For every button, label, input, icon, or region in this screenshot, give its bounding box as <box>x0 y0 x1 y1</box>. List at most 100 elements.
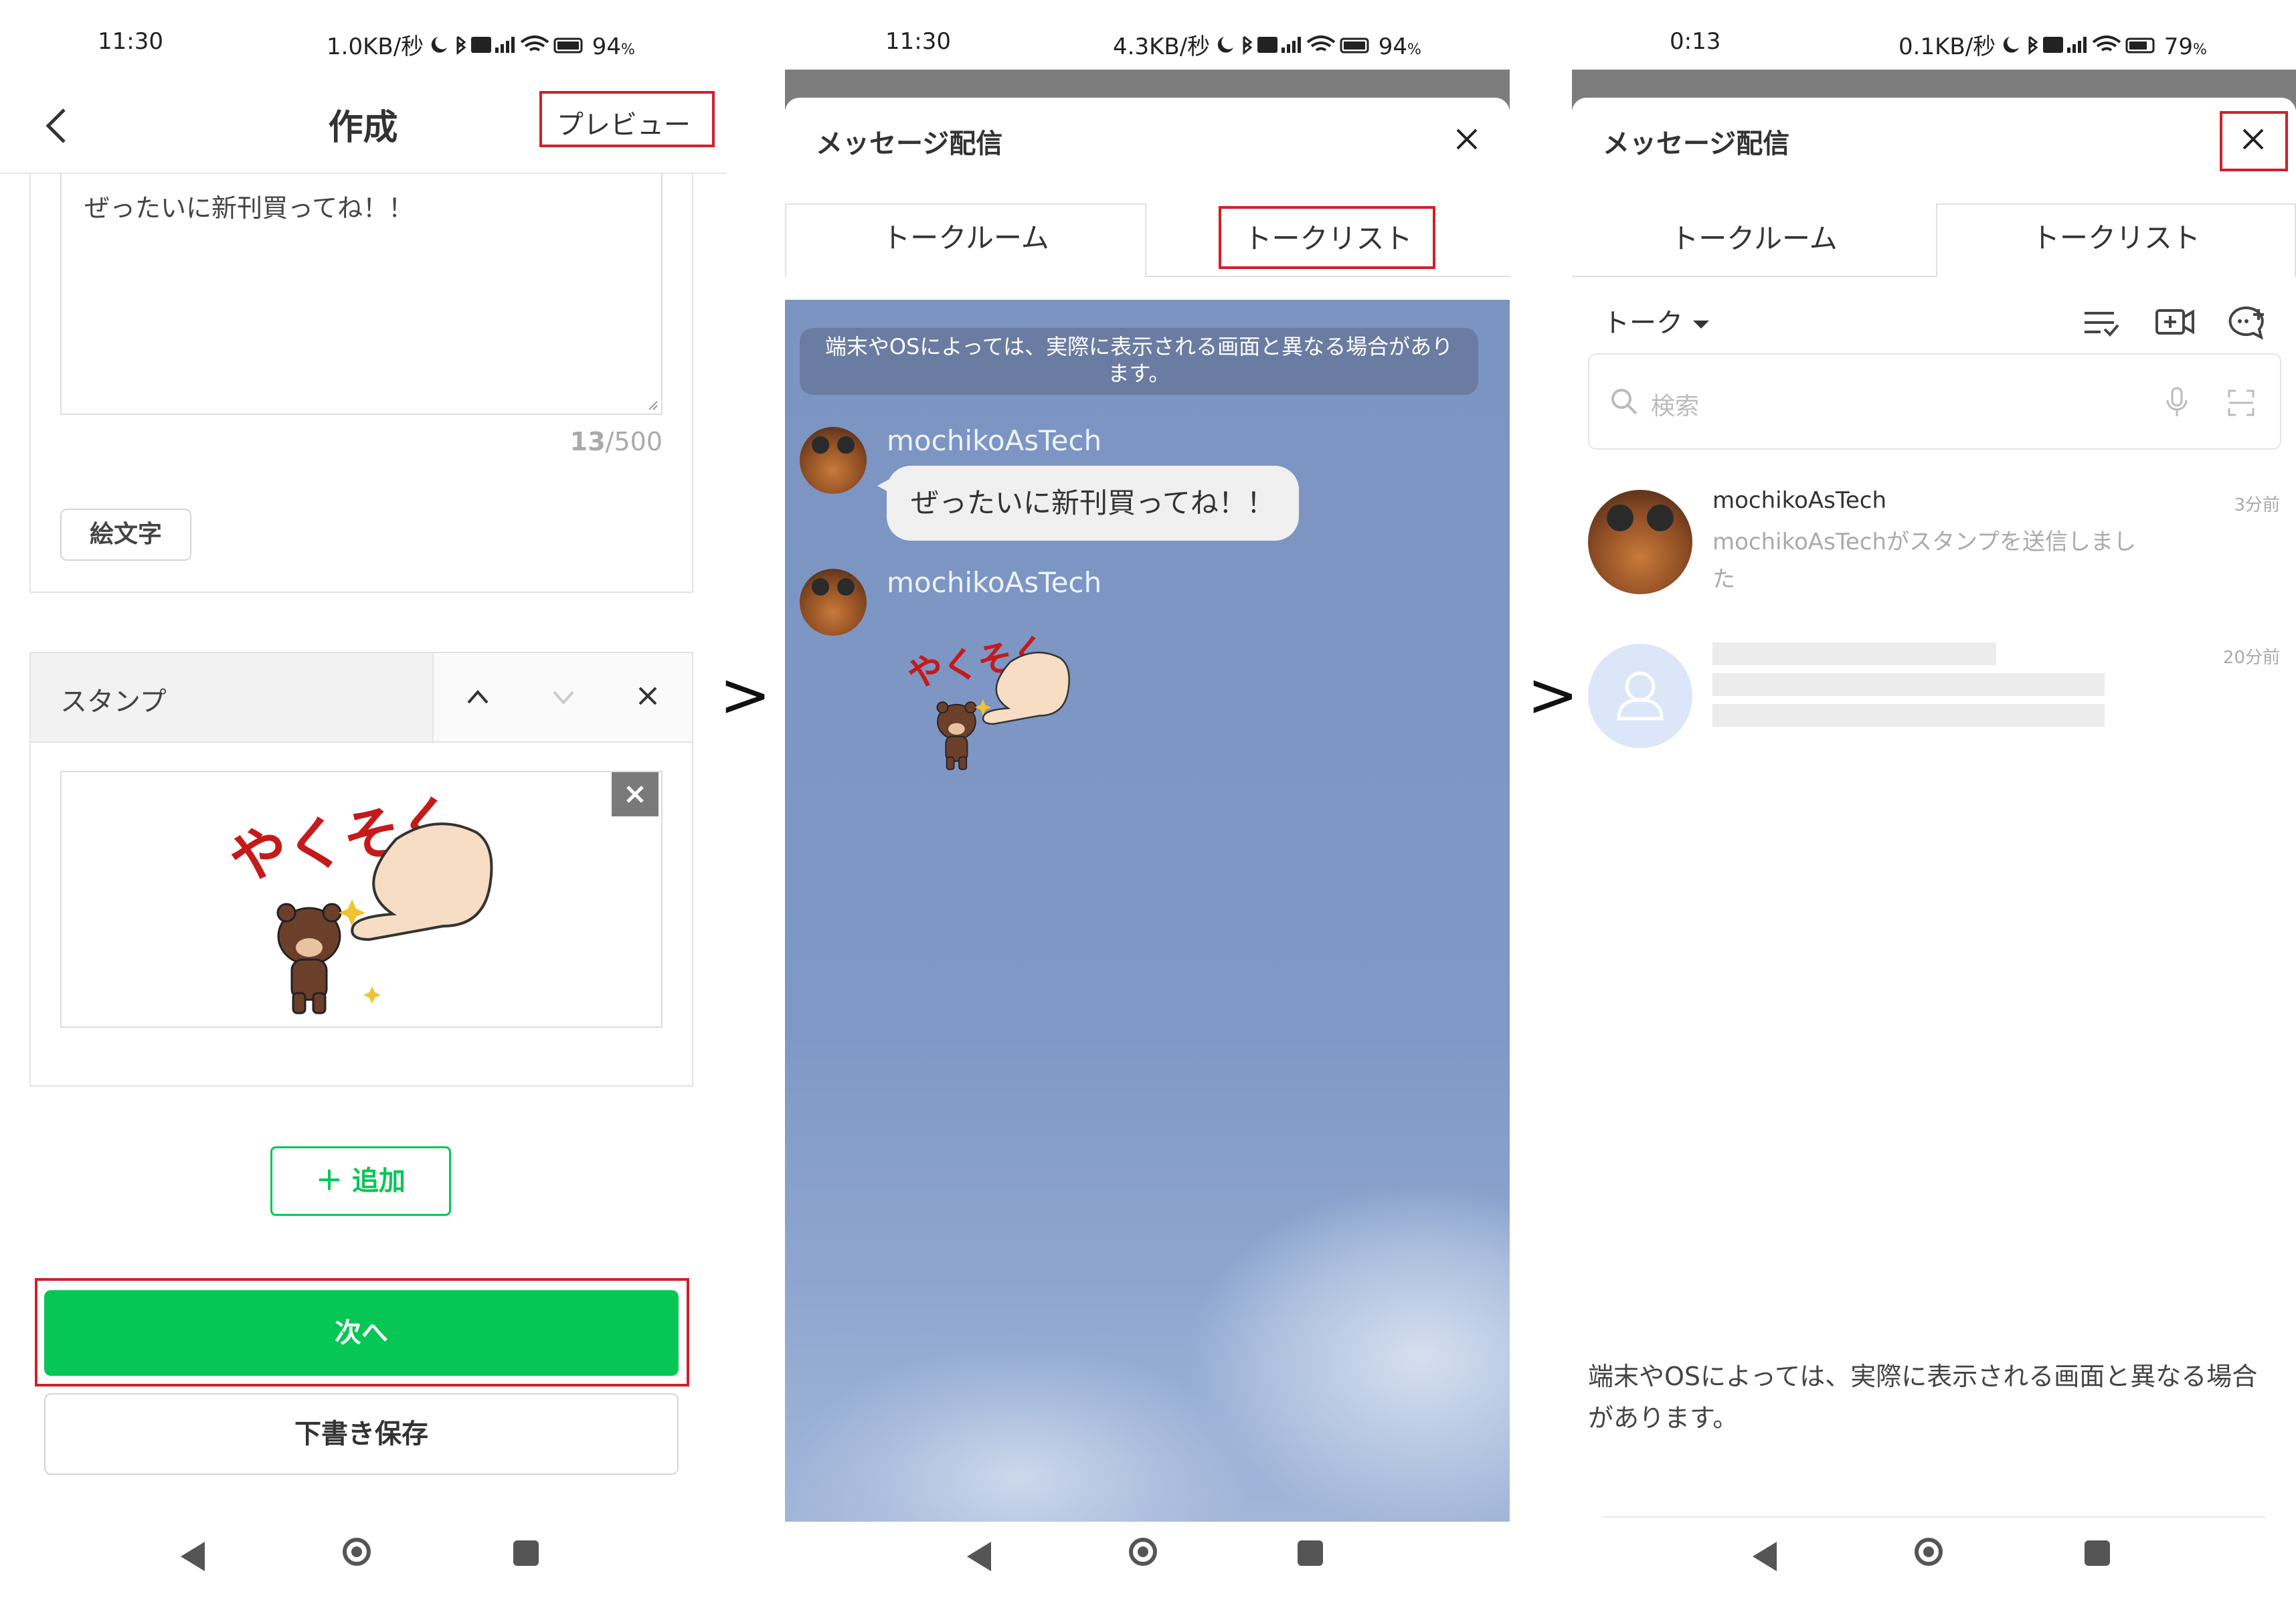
nav-back-icon[interactable] <box>181 1542 205 1571</box>
status-bar: 11:30 1.0KB/秒 94% <box>0 0 726 87</box>
next-button[interactable]: 次へ <box>44 1290 679 1376</box>
battery-percent: 79 <box>2163 33 2194 60</box>
system-nav-bar <box>0 1512 726 1606</box>
status-time: 11:30 <box>885 28 951 55</box>
chat-preview: mochikoAsTechがスタンプを送信しました <box>1712 529 2136 593</box>
stamp-section-title: スタンプ <box>60 687 167 717</box>
close-icon[interactable] <box>1453 126 1480 153</box>
redacted-preview-bar <box>1712 673 2105 696</box>
close-icon[interactable] <box>636 684 660 708</box>
talkroom-preview-screen: 11:30 4.3KB/秒 94% メッセージ配信 トークルーム トークリスト … <box>785 0 1510 1606</box>
message-textarea[interactable]: ぜったいに新刊買ってね！！ <box>60 173 663 415</box>
chevron-down-icon[interactable] <box>550 687 577 707</box>
sender-name: mochikoAsTech <box>887 424 1102 457</box>
status-icons <box>1217 33 1371 63</box>
preview-notice: 端末やOSによっては、実際に表示される画面と異なる場合があります。 <box>1588 1362 2258 1433</box>
chat-list-item[interactable]: mochikoAsTech mochikoAsTechがスタンプを送信しました … <box>1572 480 2296 614</box>
status-icons <box>2003 33 2157 63</box>
highlight-box-close <box>2220 111 2288 171</box>
default-user-icon <box>1617 671 1664 721</box>
nav-recent-icon[interactable] <box>1298 1540 1323 1566</box>
chat-time: 20分前 <box>2222 648 2280 668</box>
sender-name: mochikoAsTech <box>887 566 1102 599</box>
nav-back-icon[interactable] <box>967 1542 991 1571</box>
sticker-remove-icon[interactable] <box>612 772 658 816</box>
avatar <box>1588 644 1692 748</box>
status-time: 11:30 <box>98 28 163 55</box>
save-draft-button[interactable]: 下書き保存 <box>44 1393 679 1475</box>
preview-notice: 端末やOSによっては、実際に表示される画面と異なる場合があります。 <box>800 328 1478 395</box>
chat-name: mochikoAsTech <box>1712 487 1887 514</box>
compose-screen: 11:30 1.0KB/秒 94% 作成 プレビュー ぜったいに新刊買ってね！！… <box>0 0 726 1606</box>
tab-talkroom[interactable]: トークルーム <box>785 203 1146 277</box>
emoji-button[interactable]: 絵文字 <box>60 509 191 561</box>
sticker-preview-box: やくそく <box>60 771 663 1028</box>
avatar <box>800 569 867 636</box>
status-time: 0:13 <box>1670 28 1721 55</box>
qr-scan-icon[interactable] <box>2226 388 2256 418</box>
status-indicators: 4.3KB/秒 94% <box>1113 28 1421 63</box>
chat-time: 3分前 <box>2234 495 2280 515</box>
sticker-image: やくそく <box>904 633 1070 770</box>
message-card: ぜったいに新刊買ってね！！ 13/500 絵文字 <box>29 173 693 593</box>
character-counter: 13/500 <box>570 427 663 456</box>
new-chat-icon[interactable] <box>2228 305 2268 340</box>
stamp-section: スタンプ やくそく <box>29 652 693 1087</box>
chevron-up-icon[interactable] <box>464 687 491 707</box>
caret-down-icon <box>1692 321 1709 329</box>
chat-list-item[interactable]: 20分前 <box>1572 633 2296 760</box>
nav-back-icon[interactable] <box>1753 1542 1777 1571</box>
chat-bubble-text: ぜったいに新刊買ってね！！ <box>911 486 1275 519</box>
tab-talkroom[interactable]: トークルーム <box>1572 203 1936 277</box>
network-speed: 0.1KB/秒 <box>1898 33 1996 60</box>
talklist-header: トーク <box>1572 286 2296 360</box>
status-indicators: 0.1KB/秒 79% <box>1898 28 2207 63</box>
counter-max: /500 <box>605 427 663 456</box>
redacted-name-bar <box>1712 642 1996 665</box>
sort-icon[interactable] <box>2082 306 2119 340</box>
modal-sheet: メッセージ配信 トークルーム トークリスト トーク 検索 mochikoAsTe… <box>1572 98 2296 1523</box>
network-speed: 4.3KB/秒 <box>1113 33 1211 60</box>
resize-handle-icon[interactable] <box>648 400 658 411</box>
counter-current: 13 <box>569 427 606 456</box>
nav-home-icon[interactable] <box>343 1538 371 1566</box>
step-separator-2: > <box>1527 659 1579 731</box>
modal-title: メッセージ配信 <box>1603 128 1790 159</box>
network-speed: 1.0KB/秒 <box>327 33 424 60</box>
search-icon <box>1611 389 1638 415</box>
chat-preview-area: 端末やOSによっては、実際に表示される画面と異なる場合があります。 mochik… <box>785 300 1510 1522</box>
nav-recent-icon[interactable] <box>2085 1540 2110 1566</box>
stamp-section-header: スタンプ <box>31 653 692 743</box>
talk-filter-label: トーク <box>1603 308 1683 339</box>
tab-talkroom-label: トークルーム <box>882 221 1049 254</box>
modal-sheet: メッセージ配信 トークルーム トークリスト 端末やOSによっては、実際に表示され… <box>785 98 1510 1523</box>
microphone-icon[interactable] <box>2165 385 2189 419</box>
battery-percent: 94 <box>1378 33 1408 60</box>
tab-talklist[interactable]: トークリスト <box>1936 203 2296 277</box>
modal-title: メッセージ配信 <box>816 128 1003 159</box>
status-icons <box>431 33 585 63</box>
talklist-preview-screen: 0:13 0.1KB/秒 79% メッセージ配信 トークルーム トークリスト ト… <box>1572 0 2296 1606</box>
highlight-box-talklist-tab <box>1219 206 1435 269</box>
cloud-decoration-2 <box>785 1344 1253 1522</box>
tab-talklist-label: トークリスト <box>2031 221 2200 254</box>
search-input[interactable]: 検索 <box>1651 387 1699 422</box>
talk-filter-dropdown[interactable]: トーク <box>1603 301 1710 340</box>
system-nav-bar <box>785 1512 1510 1606</box>
nav-home-icon[interactable] <box>1915 1538 1943 1566</box>
avatar <box>800 427 867 494</box>
sticker-image: やくそく <box>229 792 493 1014</box>
add-button[interactable]: ＋ 追加 <box>270 1146 451 1216</box>
search-bar[interactable]: 検索 <box>1588 353 2281 450</box>
step-separator-1: > <box>719 659 772 731</box>
chat-bubble: ぜったいに新刊買ってね！！ <box>877 466 1299 541</box>
nav-home-icon[interactable] <box>1129 1538 1157 1566</box>
video-call-icon[interactable] <box>2154 305 2196 339</box>
battery-percent: 94 <box>592 33 622 60</box>
avatar <box>1588 490 1692 594</box>
status-indicators: 1.0KB/秒 94% <box>327 28 635 63</box>
highlight-box-preview <box>539 91 715 147</box>
tab-talkroom-label: トークルーム <box>1670 222 1838 255</box>
message-text: ぜったいに新刊買ってね！！ <box>84 193 414 223</box>
nav-recent-icon[interactable] <box>513 1540 539 1566</box>
